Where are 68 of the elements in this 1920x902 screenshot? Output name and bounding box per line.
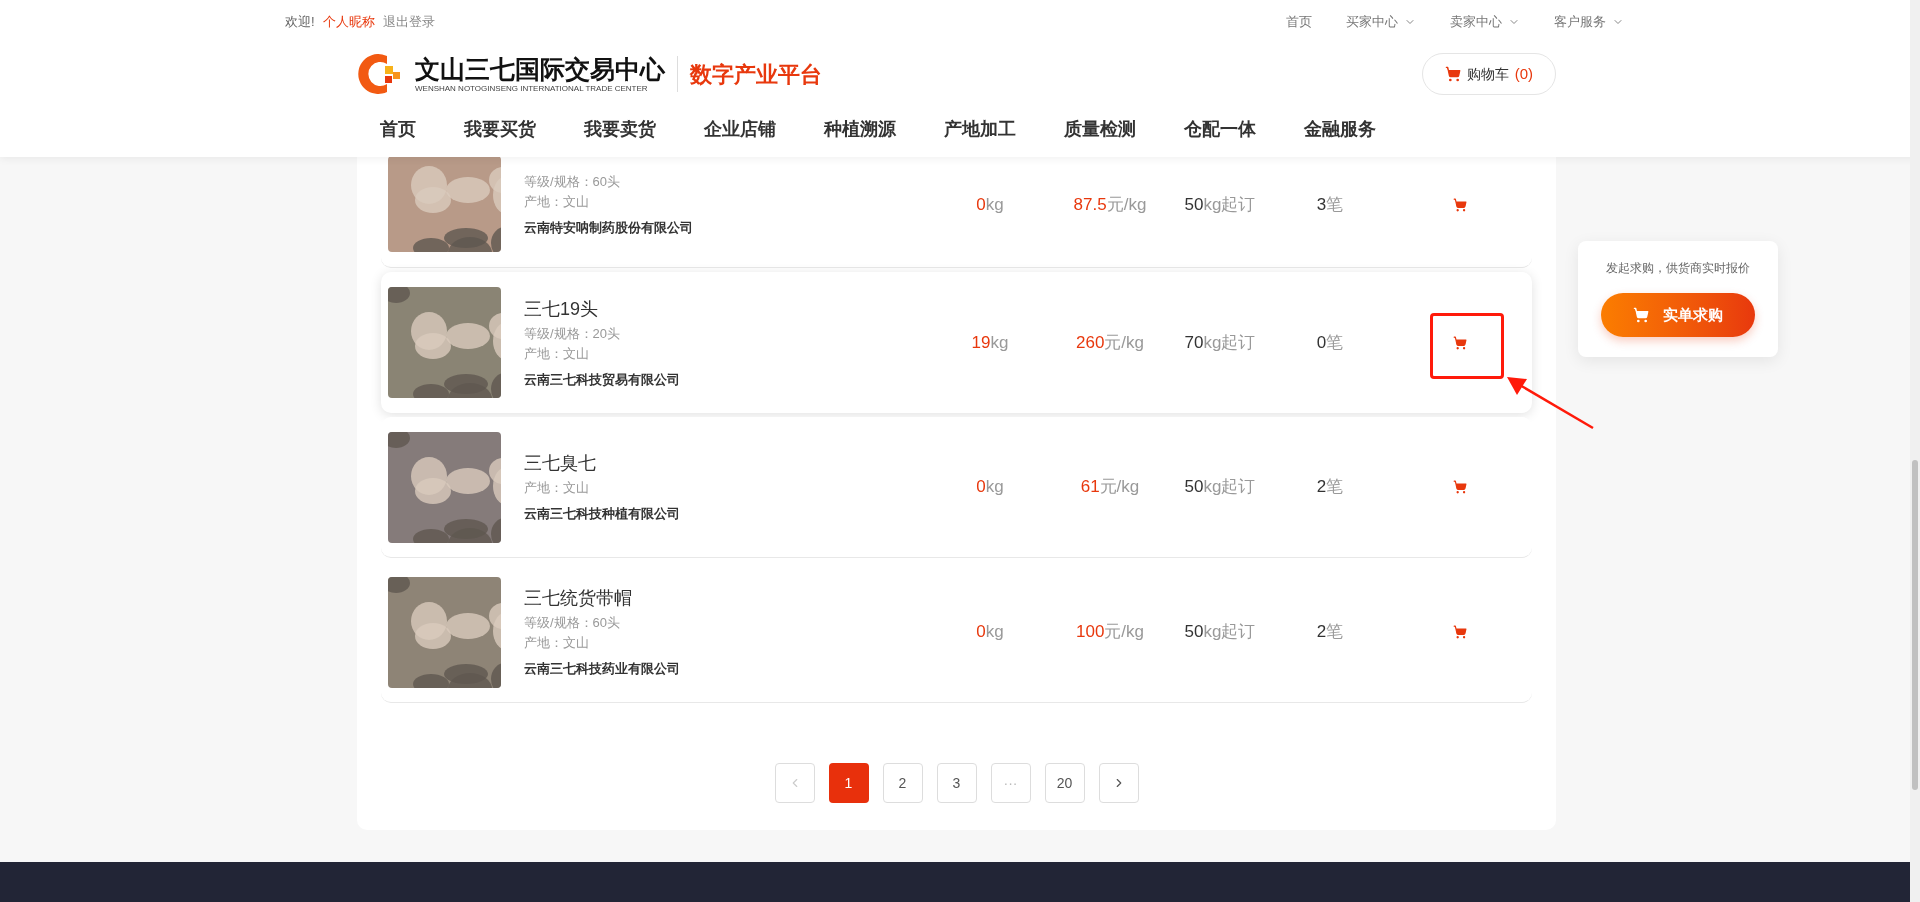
minimum-order: 50kg起订 (1183, 193, 1257, 216)
product-origin: 产地：文山 (524, 344, 590, 363)
minimum-order: 50kg起订 (1183, 621, 1257, 644)
add-to-cart-button[interactable] (1451, 478, 1469, 496)
unit-price: 100元/kg (1074, 621, 1146, 644)
product-row[interactable]: 等级/规格：60头 产地：文山 云南特安呐制药股份有限公司 0kg 87.5元/kg 50kg起订 3笔 (381, 157, 1532, 268)
stock-amount: 0kg (975, 621, 1005, 644)
product-origin: 产地：文山 (524, 634, 590, 652)
scrollbar-thumb[interactable] (1912, 460, 1918, 790)
nav-item[interactable]: 企业店铺 (704, 115, 776, 143)
brand-subtitle: WENSHAN NOTOGINSENG INTERNATIONAL TRADE CENTER (415, 83, 649, 94)
order-count: 3笔 (1315, 193, 1345, 216)
request-hint: 发起求购，供货商实时报价 (1606, 260, 1750, 277)
top-link[interactable]: 客户服务 (1554, 12, 1606, 32)
cart-icon (1453, 480, 1467, 494)
cart-icon (1453, 625, 1467, 639)
stock-amount: 0kg (975, 476, 1005, 499)
top-link[interactable]: 买家中心 (1346, 12, 1398, 32)
nav-item[interactable]: 首页 (380, 115, 416, 143)
unit-price: 260元/kg (1074, 331, 1146, 354)
page-button[interactable]: 1 (828, 763, 869, 803)
nav-item[interactable]: 质量检测 (1064, 115, 1136, 143)
logout-link[interactable]: 退出登录 (382, 12, 435, 32)
company-name[interactable]: 云南三七科技药业有限公司 (524, 659, 930, 679)
cart-icon (1453, 335, 1467, 350)
stock-amount: 0kg (975, 193, 1005, 216)
cart-icon (1453, 197, 1467, 212)
product-name[interactable]: 三七臭七 (524, 450, 930, 476)
brand-title: 文山三七国际交易中心 (415, 54, 665, 83)
product-grade: 等级/规格：60头 (524, 172, 622, 191)
nickname-link[interactable]: 个人昵称 (322, 12, 375, 32)
purchase-request-button[interactable]: 实单求购 (1601, 293, 1755, 337)
company-name[interactable]: 云南三七科技种植有限公司 (524, 504, 930, 524)
top-link[interactable]: 卖家中心 (1450, 12, 1502, 32)
product-row[interactable]: 三七19头 等级/规格：20头 产地：文山 云南三七科技贸易有限公司 19kg 260元/kg 70kg起订 0笔 (381, 272, 1532, 413)
nav-item[interactable]: 金融服务 (1304, 115, 1376, 143)
nav-item[interactable]: 我要买货 (464, 115, 536, 143)
page-button[interactable]: 20 (1044, 763, 1085, 803)
scrollbar[interactable] (1910, 0, 1920, 902)
nav-item[interactable]: 种植溯源 (824, 115, 896, 143)
top-link[interactable]: 首页 (1286, 12, 1312, 32)
order-count: 2笔 (1315, 476, 1345, 499)
minimum-order: 70kg起订 (1183, 331, 1257, 354)
nav-item[interactable]: 产地加工 (944, 115, 1016, 143)
product-grade: 等级/规格：60头 (524, 614, 622, 632)
page-button[interactable]: 3 (936, 763, 977, 803)
platform-title: 数字产业平台 (690, 60, 822, 89)
page-button[interactable]: 2 (882, 763, 923, 803)
company-name[interactable]: 云南特安呐制药股份有限公司 (524, 217, 930, 238)
cart-icon (1444, 66, 1461, 82)
add-to-cart-button[interactable] (1451, 623, 1469, 641)
product-grade: 等级/规格：20头 (524, 324, 622, 343)
welcome-text: 欢迎! (285, 13, 315, 32)
order-count: 0笔 (1315, 331, 1345, 354)
order-count: 2笔 (1315, 621, 1345, 644)
nav-item[interactable]: 我要卖货 (584, 115, 656, 143)
unit-price: 87.5元/kg (1072, 193, 1148, 216)
unit-price: 61元/kg (1079, 476, 1141, 499)
stock-amount: 19kg (970, 331, 1010, 354)
product-origin: 产地：文山 (524, 479, 590, 497)
cart-icon (1633, 307, 1649, 323)
nav-item[interactable]: 仓配一体 (1184, 115, 1256, 143)
product-origin: 产地：文山 (524, 192, 590, 211)
product-name[interactable]: 三七统货带帽 (524, 585, 930, 611)
minimum-order: 50kg起订 (1183, 476, 1257, 499)
next-page-button[interactable] (1098, 763, 1139, 803)
product-name[interactable]: 三七19头 (524, 295, 930, 322)
company-name[interactable]: 云南三七科技贸易有限公司 (524, 369, 930, 390)
